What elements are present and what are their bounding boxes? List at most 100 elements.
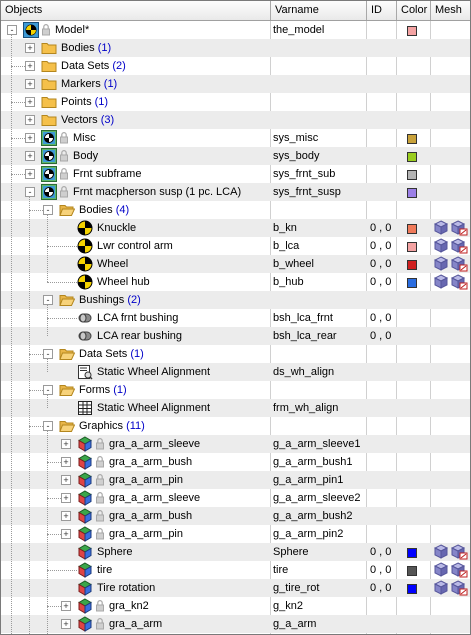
expand-toggle[interactable]: + [61,529,71,539]
lock-icon[interactable] [96,617,104,630]
color-swatch[interactable] [407,278,417,288]
tree-row[interactable]: Wheel b_wheel 0 , 0 [1,255,470,273]
lock-icon[interactable] [60,167,68,180]
lock-icon[interactable] [96,437,104,450]
color-column-header[interactable]: Color [397,1,431,20]
tree-row[interactable]: Static Wheel Alignment ds_wh_align [1,363,470,381]
lock-icon[interactable] [96,599,104,612]
mesh-column-header[interactable]: Mesh [431,1,470,20]
objects-column-header[interactable]: Objects [1,1,271,20]
mesh-icon[interactable] [433,562,468,578]
object-name: LCA rear bushing [97,330,182,342]
tree-row[interactable]: Tire rotation g_tire_rot 0 , 0 [1,579,470,597]
tree-row[interactable]: + gra_kn2 g_kn2 [1,597,470,615]
tree-row[interactable]: + gra_a_arm_bush g_a_arm_bush2 [1,507,470,525]
tree-row[interactable]: - Bushings (2) [1,291,470,309]
tree-row[interactable]: Wheel hub b_hub 0 , 0 [1,273,470,291]
lock-icon[interactable] [60,185,68,198]
mesh-icon[interactable] [433,238,468,254]
expand-toggle[interactable]: + [61,493,71,503]
color-swatch[interactable] [407,566,417,576]
collapse-toggle[interactable]: - [43,295,53,305]
color-swatch[interactable] [407,26,417,36]
collapse-toggle[interactable]: - [43,349,53,359]
color-swatch[interactable] [407,548,417,558]
expand-toggle[interactable]: + [61,457,71,467]
folder-icon [41,76,57,92]
lock-icon[interactable] [96,473,104,486]
expand-toggle[interactable]: + [25,97,35,107]
tree-row[interactable]: + Body sys_body [1,147,470,165]
mesh-icon[interactable] [433,580,468,596]
color-swatch[interactable] [407,242,417,252]
tree-row[interactable]: - Model* the_model [1,21,470,39]
graphic-icon [77,580,93,596]
color-swatch[interactable] [407,188,417,198]
expand-toggle[interactable]: + [25,61,35,71]
tree-guide-line [47,431,48,634]
tree-row[interactable]: - Bodies (4) [1,201,470,219]
tree-row[interactable]: - Frnt macpherson susp (1 pc. LCA) sys_frn… [1,183,470,201]
tree-row[interactable]: + Markers (1) [1,75,470,93]
mesh-icon[interactable] [433,256,468,272]
lock-icon[interactable] [96,509,104,522]
collapse-toggle[interactable]: - [25,187,35,197]
tree-row[interactable]: + gra_a_arm_pin g_a_arm_pin2 [1,525,470,543]
lock-icon[interactable] [60,131,68,144]
mesh-icon[interactable] [433,220,468,236]
tree-row[interactable]: - Graphics (11) [1,417,470,435]
color-swatch[interactable] [407,134,417,144]
collapse-toggle[interactable]: - [43,205,53,215]
expand-toggle[interactable]: + [61,619,71,629]
expand-toggle[interactable]: + [61,439,71,449]
tree-row[interactable]: LCA rear bushing bsh_lca_rear 0 , 0 [1,327,470,345]
tree-row[interactable]: + gra_a_arm_sleeve g_a_arm_sleeve1 [1,435,470,453]
lock-icon[interactable] [96,527,104,540]
folder-icon [41,94,57,110]
tree-row[interactable]: + gra_a_arm_bush g_a_arm_bush1 [1,453,470,471]
tree-row[interactable]: + Frnt subframe sys_frnt_sub [1,165,470,183]
tree-row[interactable]: + gra_a_arm g_a_arm [1,615,470,633]
mesh-icon[interactable] [433,544,468,560]
tree-row[interactable]: + Points (1) [1,93,470,111]
color-swatch[interactable] [407,224,417,234]
tree-row[interactable]: + Misc sys_misc [1,129,470,147]
tree-row[interactable]: + Data Sets (2) [1,57,470,75]
expand-toggle[interactable]: + [61,511,71,521]
lock-icon[interactable] [60,149,68,162]
expand-toggle[interactable]: + [25,115,35,125]
expand-toggle[interactable]: + [61,475,71,485]
expand-toggle[interactable]: + [25,151,35,161]
lock-icon[interactable] [42,23,50,36]
expand-toggle[interactable]: + [25,169,35,179]
tree-row[interactable]: tire tire 0 , 0 [1,561,470,579]
lock-icon[interactable] [96,455,104,468]
expand-toggle[interactable]: + [25,79,35,89]
id-column-header[interactable]: ID [367,1,397,20]
tree-row[interactable]: Sphere Sphere 0 , 0 [1,543,470,561]
tree-row[interactable]: - Forms (1) [1,381,470,399]
color-swatch[interactable] [407,152,417,162]
mesh-icon[interactable] [433,274,468,290]
tree-row[interactable]: + Bodies (1) [1,39,470,57]
collapse-toggle[interactable]: - [43,385,53,395]
object-name: gra_a_arm_sleeve [109,492,201,504]
tree-row[interactable]: + gra_a_arm_sleeve g_a_arm_sleeve2 [1,489,470,507]
tree-row[interactable]: + gra_a_arm_pin g_a_arm_pin1 [1,471,470,489]
expand-toggle[interactable]: + [25,133,35,143]
tree-row[interactable]: LCA frnt bushing bsh_lca_frnt 0 , 0 [1,309,470,327]
expand-toggle[interactable]: + [25,43,35,53]
color-swatch[interactable] [407,584,417,594]
tree-row[interactable]: Static Wheel Alignment frm_wh_align [1,399,470,417]
lock-icon[interactable] [96,491,104,504]
expand-toggle[interactable]: + [61,601,71,611]
collapse-toggle[interactable]: - [43,421,53,431]
color-swatch[interactable] [407,170,417,180]
color-swatch[interactable] [407,260,417,270]
tree-row[interactable]: Lwr control arm b_lca 0 , 0 [1,237,470,255]
tree-row[interactable]: Knuckle b_kn 0 , 0 [1,219,470,237]
collapse-toggle[interactable]: - [7,25,17,35]
tree-row[interactable]: + Vectors (3) [1,111,470,129]
varname-column-header[interactable]: Varname [271,1,367,20]
tree-row[interactable]: - Data Sets (1) [1,345,470,363]
